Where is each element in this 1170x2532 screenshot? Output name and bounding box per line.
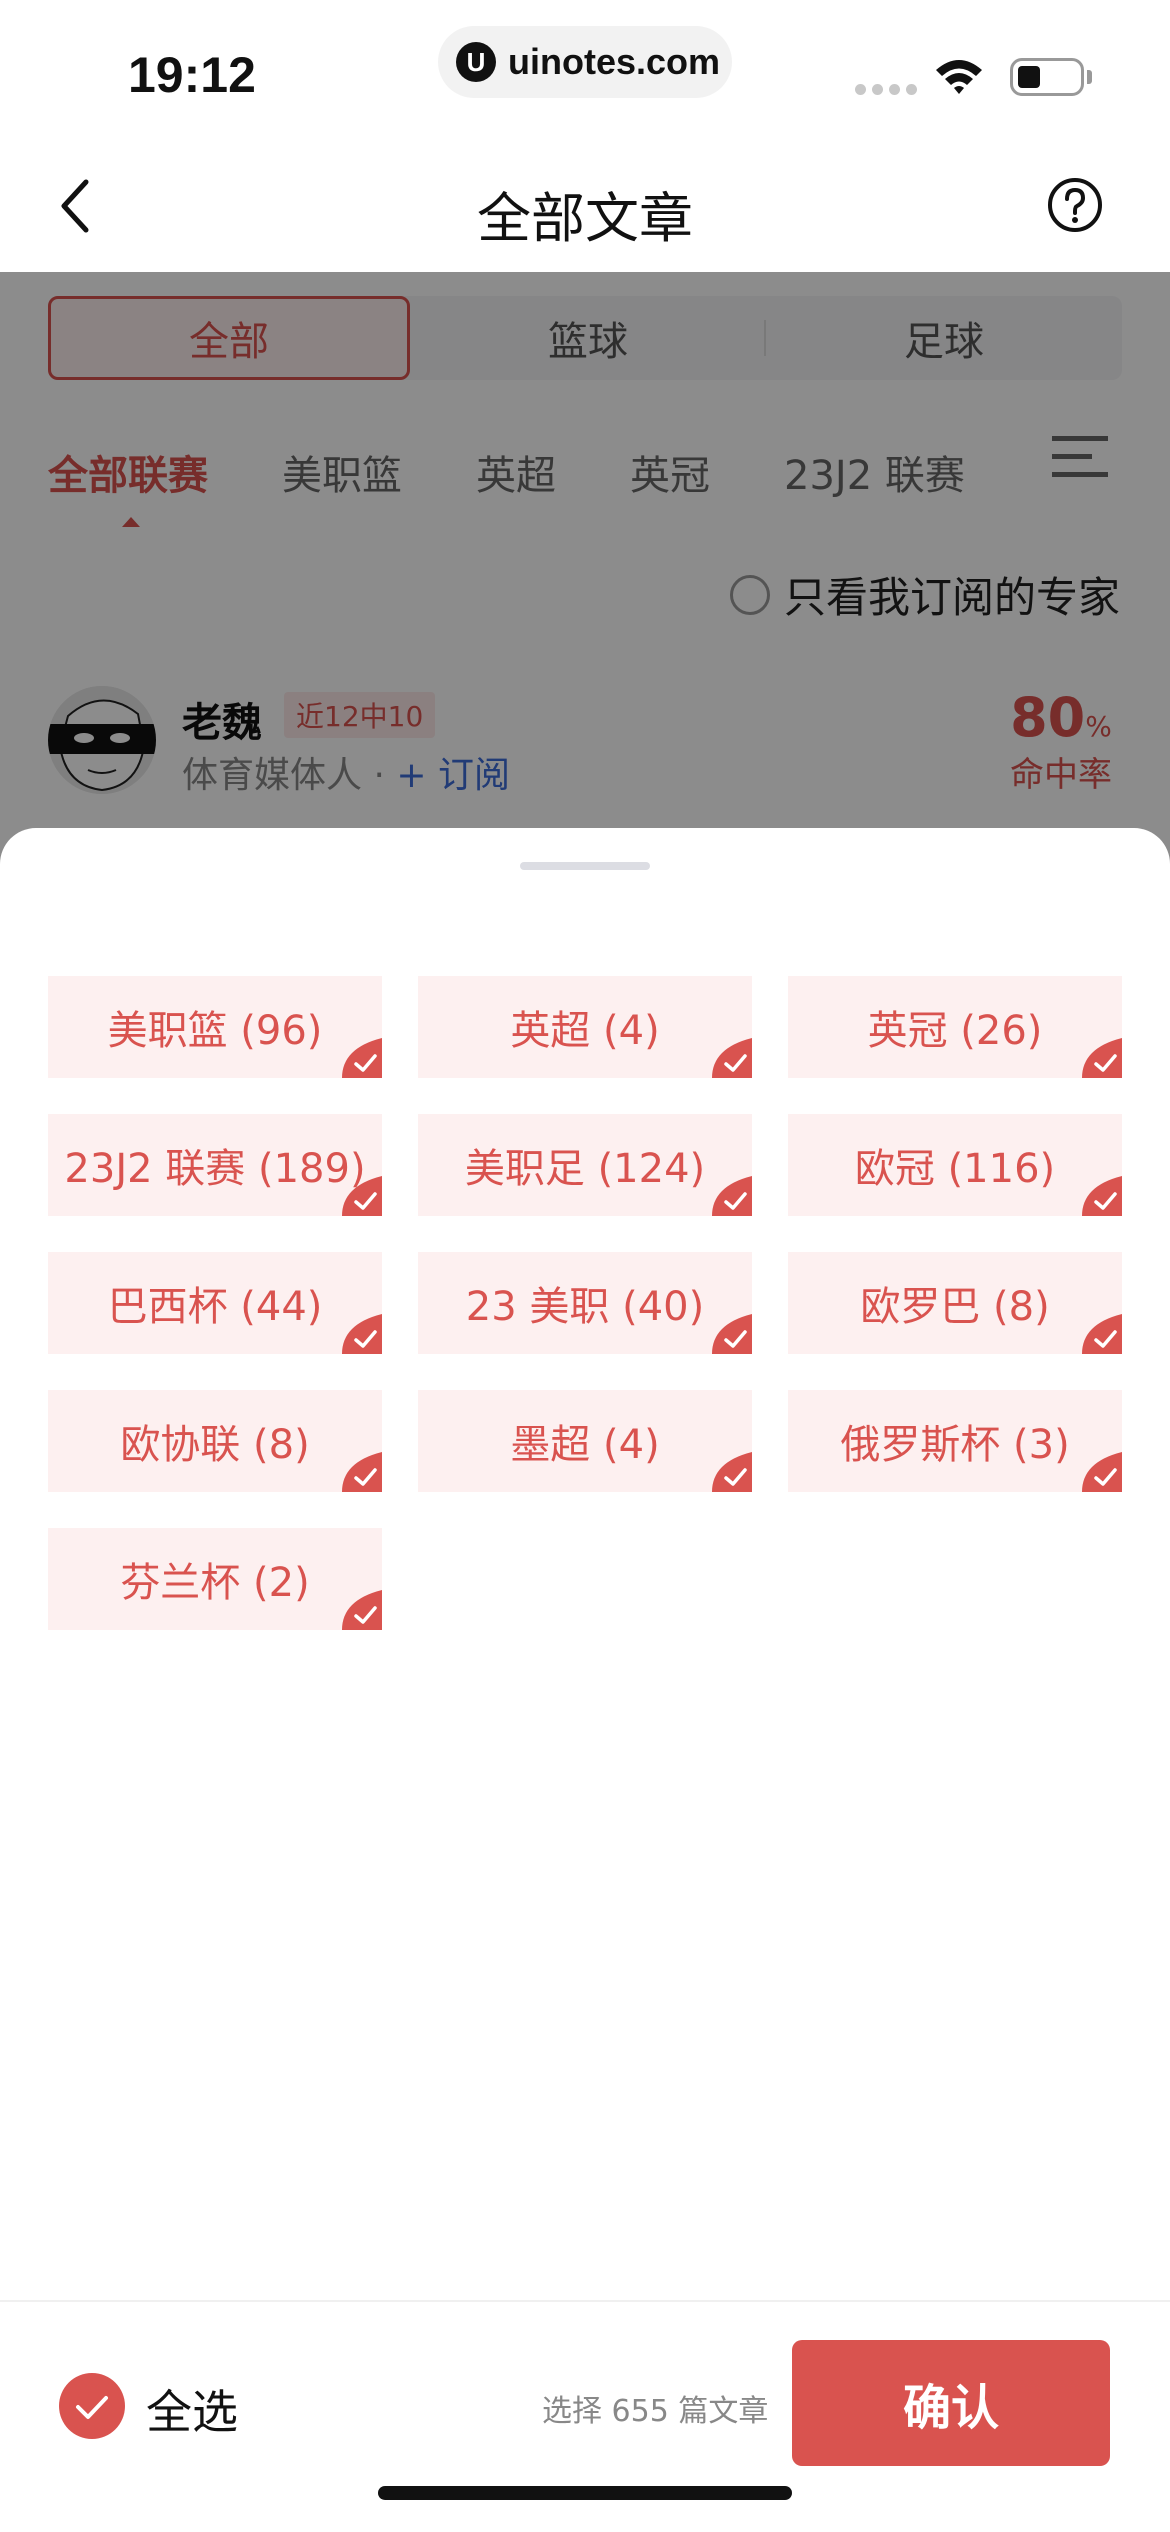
select-all-checkbox-icon[interactable] — [58, 2372, 126, 2440]
league-chip-label: 欧协联 (8) — [120, 1422, 310, 1468]
league-chip-label: 美职足 (124) — [464, 1146, 706, 1192]
home-indicator — [378, 2486, 792, 2500]
league-chip-label: 23 美职 (40) — [465, 1284, 705, 1330]
league-chip-label: 芬兰杯 (2) — [120, 1560, 310, 1606]
league-filter-sheet: 美职篮 (96) 英超 (4) 英冠 (26) 23J2 联赛 (189) 美职足 (1… — [0, 828, 1170, 2532]
checkmark-icon — [1082, 1176, 1122, 1216]
cellular-signal-icon — [855, 84, 917, 95]
league-chip[interactable]: 欧罗巴 (8) — [788, 1252, 1122, 1354]
site-logo-icon: U — [456, 42, 496, 82]
league-chip[interactable]: 巴西杯 (44) — [48, 1252, 382, 1354]
league-chip[interactable]: 俄罗斯杯 (3) — [788, 1390, 1122, 1492]
league-chip[interactable]: 23J2 联赛 (189) — [48, 1114, 382, 1216]
sheet-grabber[interactable] — [520, 862, 650, 870]
league-chip-label: 23J2 联赛 (189) — [64, 1146, 366, 1192]
league-chip-label: 英冠 (26) — [867, 1008, 1043, 1054]
help-icon[interactable] — [1046, 176, 1104, 234]
status-bar: 19:12 U uinotes.com — [0, 0, 1170, 140]
league-chip[interactable]: 美职足 (124) — [418, 1114, 752, 1216]
league-chip-label: 美职篮 (96) — [107, 1008, 323, 1054]
league-chip[interactable]: 美职篮 (96) — [48, 976, 382, 1078]
league-chip-label: 巴西杯 (44) — [107, 1284, 323, 1330]
checkmark-icon — [712, 1038, 752, 1078]
checkmark-icon — [342, 1590, 382, 1630]
league-chip[interactable]: 欧协联 (8) — [48, 1390, 382, 1492]
checkmark-icon — [712, 1314, 752, 1354]
checkmark-icon — [342, 1314, 382, 1354]
league-chip[interactable]: 墨超 (4) — [418, 1390, 752, 1492]
url-pill[interactable]: U uinotes.com — [438, 26, 732, 98]
checkmark-icon — [1082, 1452, 1122, 1492]
selected-count-text: 选择 655 篇文章 — [542, 2394, 769, 2429]
league-chip-label: 俄罗斯杯 (3) — [840, 1422, 1070, 1468]
confirm-button[interactable]: 确认 — [792, 2340, 1110, 2466]
league-chip[interactable]: 英冠 (26) — [788, 976, 1122, 1078]
checkmark-icon — [1082, 1314, 1122, 1354]
league-chip[interactable]: 芬兰杯 (2) — [48, 1528, 382, 1630]
checkmark-icon — [342, 1176, 382, 1216]
navigation-bar: 全部文章 — [0, 140, 1170, 272]
battery-icon — [1010, 58, 1084, 96]
checkmark-icon — [1082, 1038, 1122, 1078]
checkmark-icon — [342, 1452, 382, 1492]
league-chip-label: 英超 (4) — [510, 1008, 660, 1054]
wifi-icon — [936, 60, 982, 94]
checkmark-icon — [342, 1038, 382, 1078]
league-chip[interactable]: 英超 (4) — [418, 976, 752, 1078]
league-chip[interactable]: 23 美职 (40) — [418, 1252, 752, 1354]
league-chip-label: 欧罗巴 (8) — [860, 1284, 1050, 1330]
checkmark-icon — [712, 1176, 752, 1216]
url-text: uinotes.com — [508, 41, 721, 82]
checkmark-icon — [712, 1452, 752, 1492]
league-chip[interactable]: 欧冠 (116) — [788, 1114, 1122, 1216]
page-title: 全部文章 — [477, 187, 693, 250]
league-chip-label: 墨超 (4) — [510, 1422, 660, 1468]
status-time: 19:12 — [128, 47, 256, 103]
league-chip-label: 欧冠 (116) — [854, 1146, 1056, 1192]
select-all-label[interactable]: 全选 — [146, 2376, 238, 2442]
